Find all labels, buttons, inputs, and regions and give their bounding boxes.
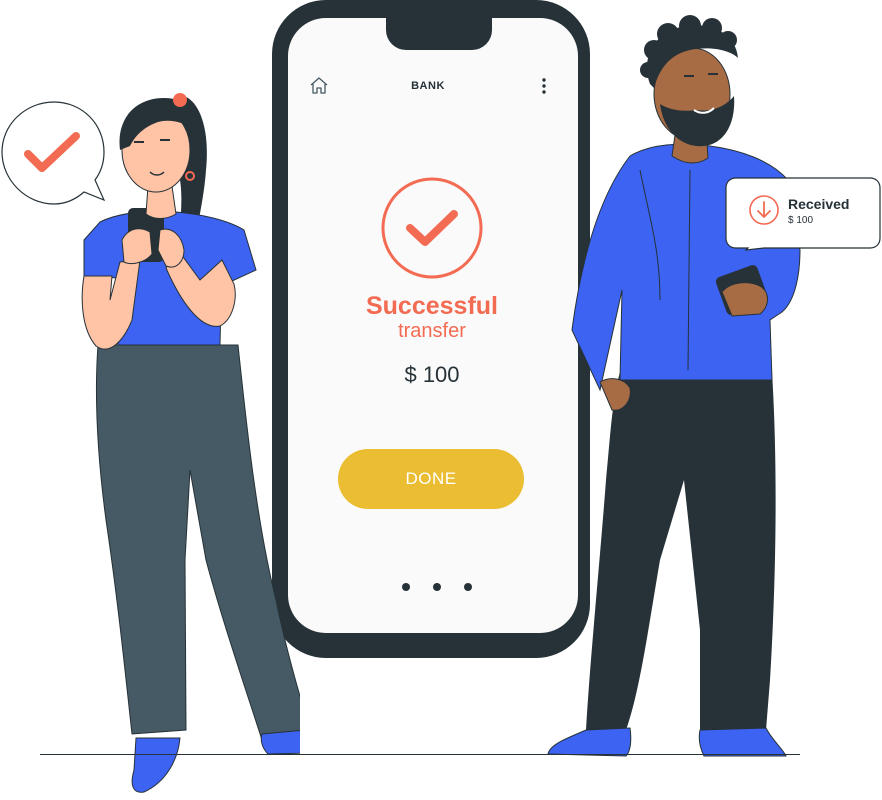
- received-notification: [724, 176, 882, 252]
- pagination-dot: [402, 583, 410, 591]
- success-title: Successful: [365, 292, 498, 320]
- arrow-down-circle-icon: [748, 194, 780, 231]
- received-amount: $ 100: [788, 215, 814, 226]
- man-figure: [547, 15, 801, 757]
- pagination-dots: [402, 580, 472, 594]
- app-title: BANK: [411, 80, 445, 92]
- pagination-dot: [433, 583, 441, 591]
- check-circle-icon: [380, 176, 484, 280]
- pagination-dot: [464, 583, 472, 591]
- done-button-label: DONE: [405, 469, 457, 488]
- transfer-amount: $ 100: [404, 362, 460, 387]
- woman-figure: [81, 93, 300, 793]
- illustration: BANK Successful transfer $ 100 DONE Rece…: [0, 0, 882, 800]
- ground-line: [40, 754, 800, 755]
- success-subtitle: transfer: [398, 320, 466, 342]
- done-button[interactable]: DONE: [338, 449, 524, 509]
- home-icon[interactable]: [308, 75, 330, 97]
- phone-notch: [386, 12, 492, 50]
- received-label: Received: [788, 196, 850, 212]
